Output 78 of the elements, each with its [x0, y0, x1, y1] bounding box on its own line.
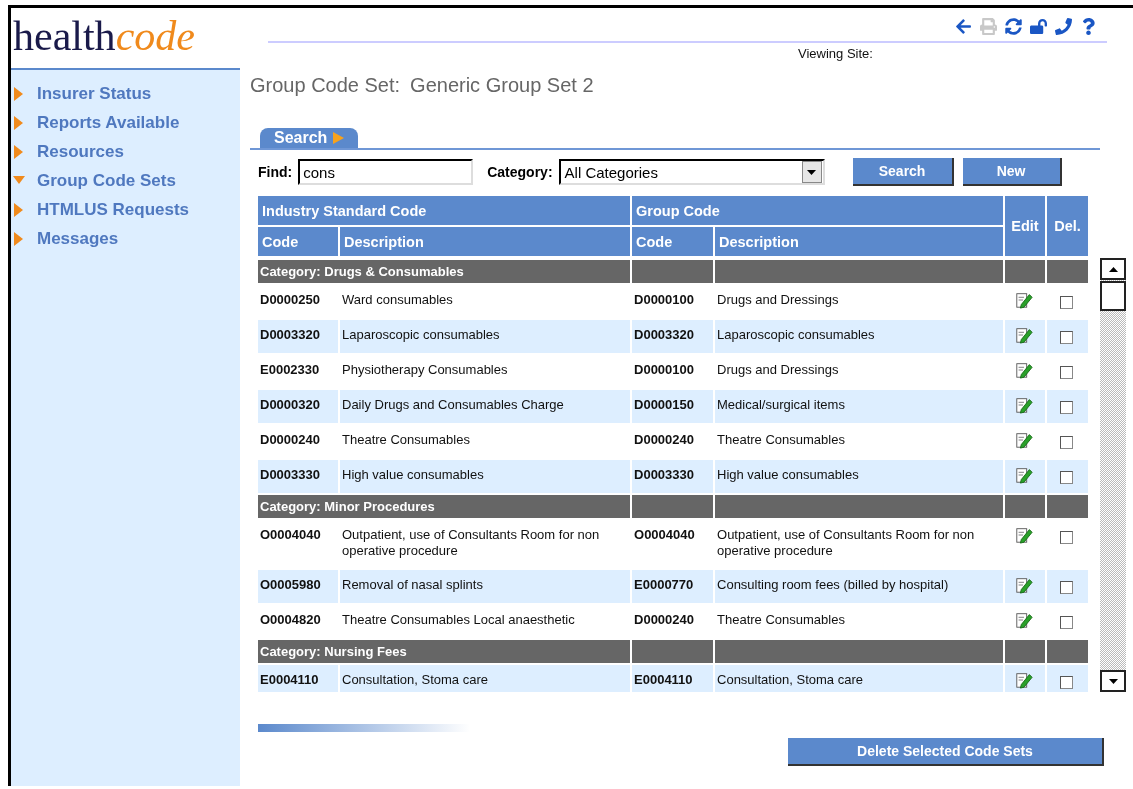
column-header: Description	[714, 226, 1004, 257]
table-cell: High value consumables	[714, 459, 1004, 494]
delete-checkbox[interactable]	[1060, 366, 1073, 379]
delete-checkbox[interactable]	[1060, 331, 1073, 344]
column-group-header: Group Code	[631, 195, 1004, 226]
edit-document-pencil-icon[interactable]	[1015, 611, 1033, 629]
category-dropdown[interactable]: All Categories	[558, 159, 825, 185]
column-header: Code	[631, 226, 714, 257]
edit-document-pencil-icon[interactable]	[1015, 291, 1033, 309]
search-tab[interactable]: Search	[260, 128, 359, 148]
open-padlock-icon[interactable]	[1030, 18, 1047, 35]
category-heading: Category: Minor Procedures	[257, 494, 631, 519]
edit-document-pencil-icon[interactable]	[1015, 361, 1033, 379]
table-cell: E0000770	[631, 569, 714, 604]
table-cell: E0004110	[257, 664, 339, 692]
delete-checkbox[interactable]	[1060, 436, 1073, 449]
back-arrow-icon[interactable]	[955, 18, 972, 35]
delete-checkbox[interactable]	[1060, 401, 1073, 414]
sidebar-item[interactable]: Resources	[11, 140, 240, 163]
edit-document-pencil-icon[interactable]	[1015, 396, 1033, 414]
scroll-thumb[interactable]	[1100, 281, 1126, 311]
column-group-header: Industry Standard Code	[257, 195, 631, 226]
help-icon[interactable]	[1080, 18, 1097, 35]
table-cell: D0003330	[631, 459, 714, 494]
column-header: Description	[339, 226, 631, 257]
column-header: Edit	[1004, 195, 1046, 257]
table-cell: D0003320	[257, 319, 339, 354]
table-cell: D0000150	[631, 389, 714, 424]
find-field[interactable]: cons	[298, 159, 474, 185]
delete-checkbox[interactable]	[1060, 531, 1073, 544]
category-heading: Category: Nursing Fees	[257, 639, 631, 664]
edit-document-pencil-icon[interactable]	[1015, 431, 1033, 449]
edit-document-pencil-icon[interactable]	[1015, 526, 1033, 544]
find-label: Find:	[258, 164, 293, 180]
column-header: Del.	[1046, 195, 1089, 257]
table-cell: Laparoscopic consumables	[714, 319, 1004, 354]
table-cell: Consultation, Stoma care	[714, 664, 1004, 692]
sidebar-item[interactable]: Group Code Sets	[11, 169, 240, 192]
sidebar-item[interactable]: Reports Available	[11, 111, 240, 134]
edit-document-pencil-icon[interactable]	[1015, 576, 1033, 594]
column-header: Code	[257, 226, 339, 257]
table-cell: D0003330	[257, 459, 339, 494]
viewing-site-label: Viewing Site:	[798, 46, 873, 61]
arrow-icon	[333, 132, 345, 144]
table-cell: Medical/surgical items	[714, 389, 1004, 424]
sidebar-item[interactable]: Insurer Status	[11, 82, 240, 105]
delete-selected-button[interactable]: Delete Selected Code Sets	[788, 738, 1104, 766]
page-title: Group Code Set: Generic Group Set 2	[250, 74, 595, 97]
table-cell: Consulting room fees (billed by hospital)	[714, 569, 1004, 604]
table-cell: High value consumables	[339, 459, 631, 494]
table-cell: Daily Drugs and Consumables Charge	[339, 389, 631, 424]
edit-document-pencil-icon[interactable]	[1015, 466, 1033, 484]
scrollbar[interactable]	[1100, 258, 1126, 692]
search-button[interactable]: Search	[852, 158, 954, 186]
table-cell: Consultation, Stoma care	[339, 664, 631, 692]
delete-checkbox[interactable]	[1060, 616, 1073, 629]
delete-checkbox[interactable]	[1060, 296, 1073, 309]
table-cell: D0000320	[257, 389, 339, 424]
dropdown-arrow-icon[interactable]	[807, 169, 817, 175]
telephone-icon[interactable]	[1055, 18, 1072, 35]
sidebar-item[interactable]: Messages	[11, 227, 240, 250]
table-cell: O0005980	[257, 569, 339, 604]
category-heading: Category: Drugs & Consumables	[257, 259, 631, 284]
delete-checkbox[interactable]	[1060, 581, 1073, 594]
scroll-up-icon[interactable]	[1108, 266, 1118, 272]
table-cell: D0003320	[631, 319, 714, 354]
delete-checkbox[interactable]	[1060, 471, 1073, 484]
delete-checkbox[interactable]	[1060, 676, 1073, 689]
refresh-icon[interactable]	[1005, 18, 1022, 35]
edit-document-pencil-icon[interactable]	[1015, 671, 1033, 689]
new-button[interactable]: New	[962, 158, 1062, 186]
category-label: Category:	[487, 164, 553, 180]
sidebar-item[interactable]: HTMLUS Requests	[11, 198, 240, 221]
table-cell: Laparoscopic consumables	[339, 319, 631, 354]
table-cell: Removal of nasal splints	[339, 569, 631, 604]
edit-document-pencil-icon[interactable]	[1015, 326, 1033, 344]
scroll-down-icon[interactable]	[1108, 678, 1118, 684]
table-cell: E0004110	[631, 664, 714, 692]
